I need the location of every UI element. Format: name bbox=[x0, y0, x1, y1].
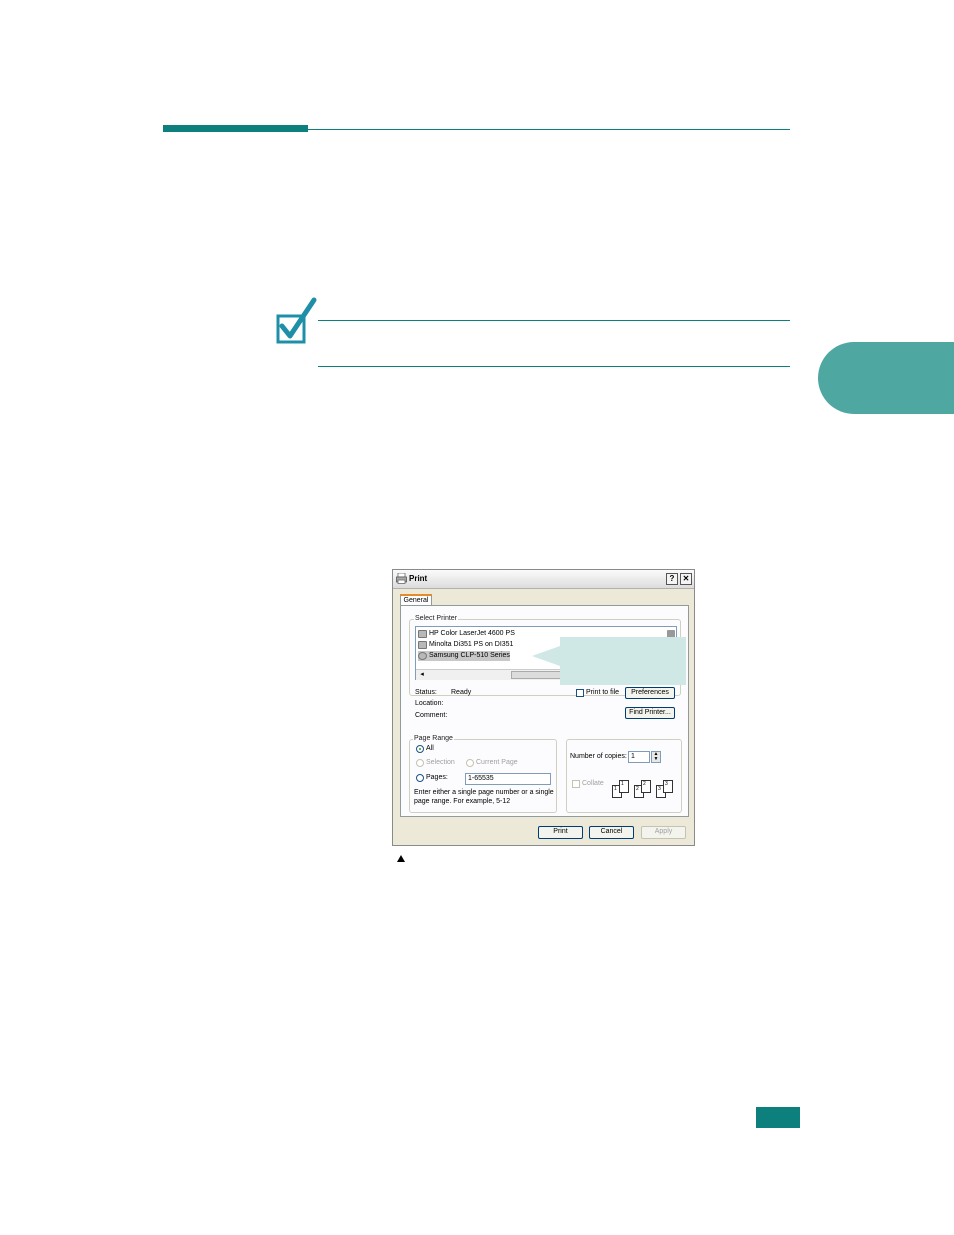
dialog-title: Print bbox=[409, 574, 428, 583]
printer-name: HP Color LaserJet 4600 PS bbox=[429, 630, 515, 637]
cancel-button[interactable]: Cancel bbox=[589, 826, 634, 839]
status-label: Status: bbox=[415, 689, 437, 696]
scroll-left-icon[interactable]: ◂ bbox=[417, 670, 427, 680]
scrollbar-thumb[interactable] bbox=[511, 671, 563, 679]
print-dialog: Print ? ✕ General Select Printer HP Colo… bbox=[392, 569, 695, 846]
range-pages-radio[interactable] bbox=[416, 774, 424, 782]
collate-sheet: 1 bbox=[619, 780, 629, 793]
pages-input[interactable]: 1-65535 bbox=[465, 773, 551, 785]
collate-sheet: 3 bbox=[663, 780, 673, 793]
range-selection-radio[interactable] bbox=[416, 759, 424, 767]
range-all-label: All bbox=[426, 745, 434, 752]
printer-item-samsung[interactable]: Samsung CLP-510 Series bbox=[418, 651, 510, 661]
callout-pointer bbox=[532, 646, 560, 666]
printer-icon bbox=[418, 630, 427, 638]
printer-icon bbox=[418, 652, 427, 660]
copies-spinner[interactable]: ▲ ▼ bbox=[651, 751, 661, 763]
printer-name: Minolta Di351 PS on DI351 bbox=[429, 641, 514, 648]
heading-rule-thick bbox=[163, 125, 308, 132]
range-all-radio[interactable] bbox=[416, 745, 424, 753]
page-range-legend: Page Range bbox=[413, 735, 454, 742]
close-button[interactable]: ✕ bbox=[680, 573, 692, 585]
printer-icon bbox=[418, 641, 427, 649]
printer-item-minolta[interactable]: Minolta Di351 PS on DI351 bbox=[418, 640, 513, 650]
print-to-file-label: Print to file bbox=[586, 689, 620, 696]
printer-item-hp[interactable]: HP Color LaserJet 4600 PS bbox=[418, 629, 515, 639]
copies-input[interactable]: 1 bbox=[628, 751, 650, 763]
number-of-copies-label: Number of copies: bbox=[570, 753, 627, 760]
status-value: Ready bbox=[451, 689, 472, 696]
page-number-box bbox=[756, 1107, 800, 1128]
location-label: Location: bbox=[415, 700, 444, 707]
note-rule-bottom bbox=[318, 366, 790, 367]
copies-group bbox=[566, 739, 682, 813]
range-hint-line1: Enter either a single page number or a s… bbox=[414, 789, 554, 796]
range-pages-label: Pages: bbox=[426, 774, 448, 781]
note-checkmark-icon bbox=[276, 296, 318, 348]
printer-icon bbox=[396, 572, 407, 584]
heading-rule-thin bbox=[308, 129, 790, 130]
range-selection-label: Selection bbox=[426, 759, 455, 766]
comment-label: Comment: bbox=[415, 712, 448, 719]
collate-sheet: 2 bbox=[641, 780, 651, 793]
range-current-page-label: Current Page bbox=[476, 759, 518, 766]
collate-label: Collate bbox=[582, 780, 604, 787]
select-printer-legend: Select Printer bbox=[414, 615, 459, 622]
help-button[interactable]: ? bbox=[666, 573, 678, 585]
note-rule-top bbox=[318, 320, 790, 321]
range-current-page-radio[interactable] bbox=[466, 759, 474, 767]
print-to-file-checkbox[interactable] bbox=[576, 689, 584, 697]
dialog-titlebar: Print ? ✕ bbox=[393, 570, 694, 589]
find-printer-button[interactable]: Find Printer... bbox=[625, 707, 675, 719]
callout-box bbox=[560, 637, 686, 685]
preferences-button[interactable]: Preferences bbox=[625, 687, 675, 699]
caption-triangle-icon bbox=[397, 855, 405, 862]
chapter-tab bbox=[818, 342, 954, 414]
print-button[interactable]: Print bbox=[538, 826, 583, 839]
collate-checkbox[interactable] bbox=[572, 780, 580, 788]
printer-name: Samsung CLP-510 Series bbox=[429, 652, 510, 659]
range-hint-line2: page range. For example, 5-12 bbox=[414, 798, 511, 805]
apply-button[interactable]: Apply bbox=[641, 826, 686, 839]
